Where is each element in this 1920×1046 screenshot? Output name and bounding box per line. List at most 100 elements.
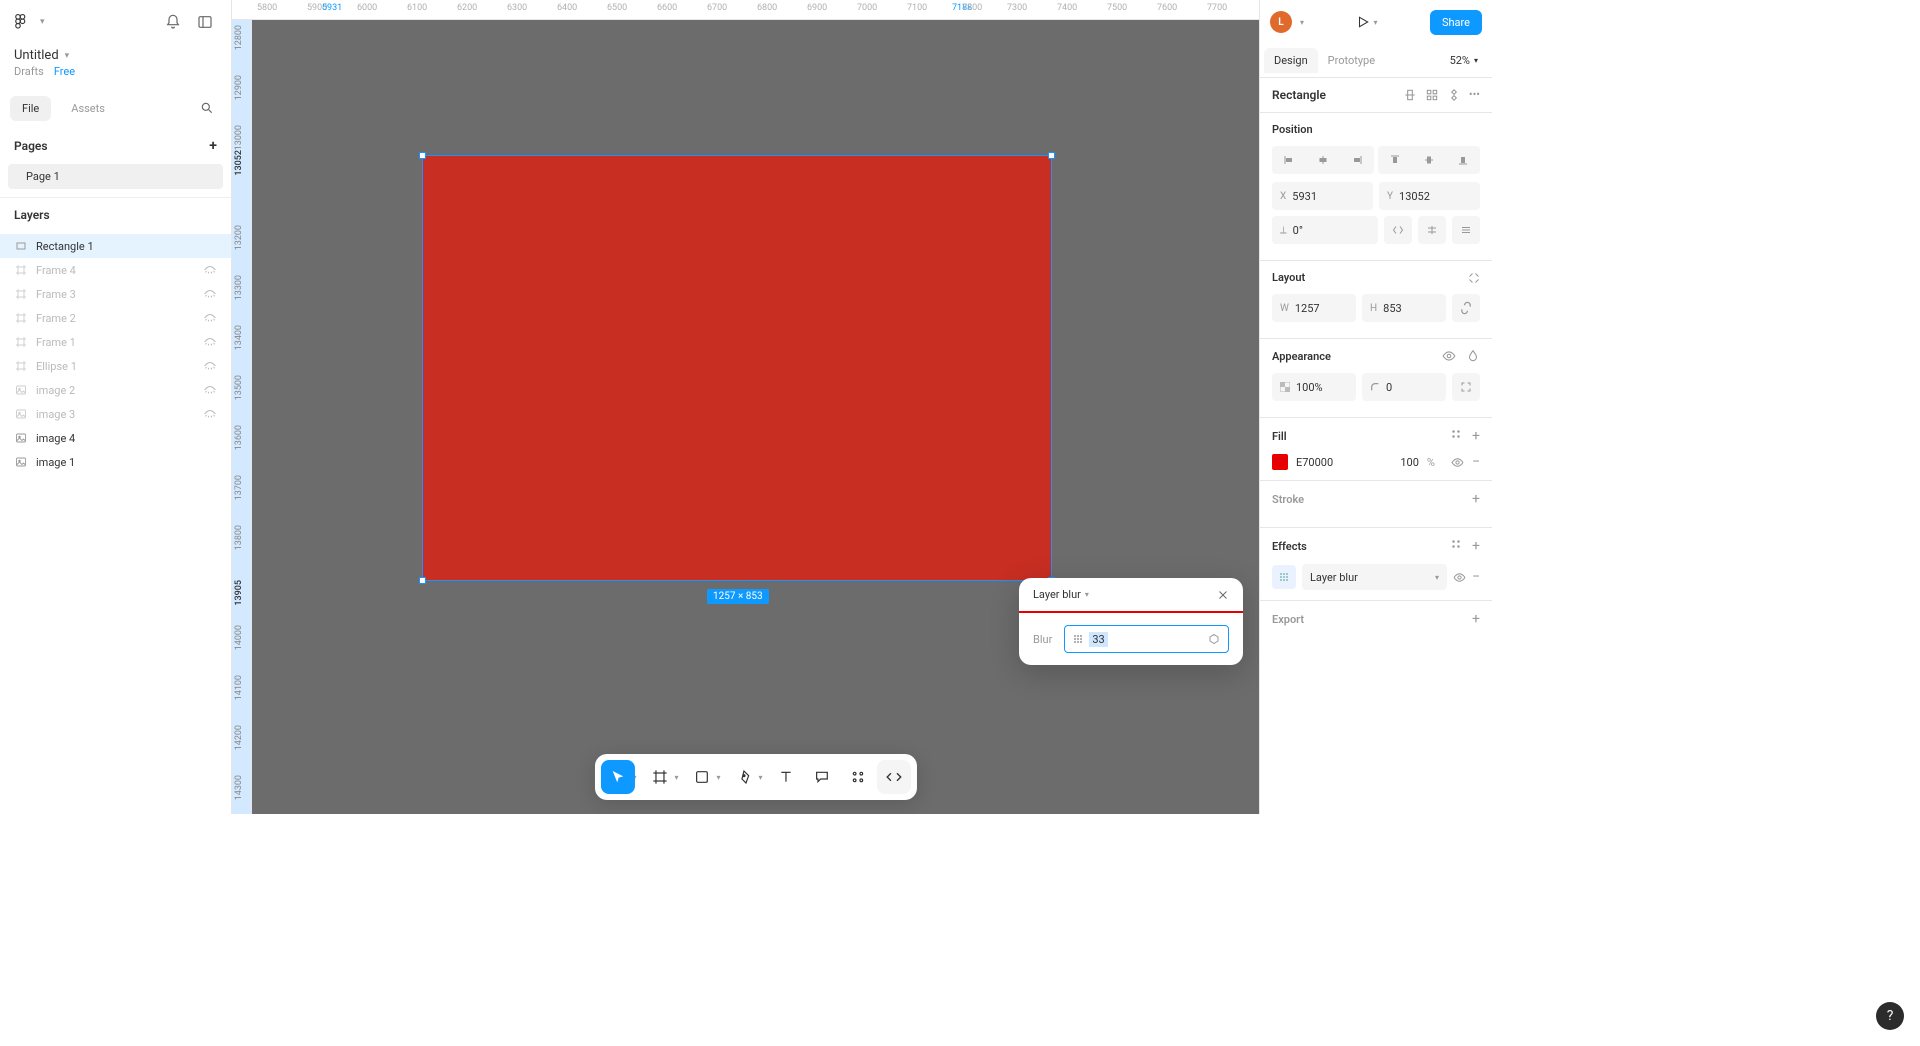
layer-row[interactable]: Frame 2 — [0, 306, 231, 330]
effect-type-select[interactable]: Layer blur ▾ — [1302, 564, 1447, 590]
hidden-icon[interactable] — [203, 407, 217, 421]
hidden-icon[interactable] — [203, 383, 217, 397]
frame-tool[interactable] — [642, 760, 676, 794]
layer-row[interactable]: image 1 — [0, 450, 231, 474]
hidden-icon[interactable] — [203, 287, 217, 301]
rotation-input[interactable]: ⟂0° — [1272, 216, 1378, 244]
fill-hex[interactable]: E70000 — [1296, 456, 1333, 469]
ruler-tick: 13052 — [234, 150, 244, 176]
page-item[interactable]: Page 1 — [8, 164, 223, 189]
plan-badge[interactable]: Free — [54, 65, 75, 78]
dev-mode-tool[interactable] — [877, 760, 911, 794]
radius-input[interactable]: 0 — [1362, 373, 1446, 401]
flip-v-icon[interactable] — [1418, 216, 1446, 244]
tab-assets[interactable]: Assets — [59, 96, 117, 121]
width-input[interactable]: W1257 — [1272, 294, 1356, 322]
visibility-icon[interactable] — [1451, 456, 1464, 469]
tidy-icon[interactable] — [1425, 88, 1439, 102]
layer-row[interactable]: Frame 4 — [0, 258, 231, 282]
actions-tool[interactable] — [841, 760, 875, 794]
figma-logo-icon[interactable] — [12, 13, 30, 31]
layer-name: Ellipse 1 — [36, 360, 77, 373]
add-effect-icon[interactable]: + — [1472, 538, 1480, 554]
avatar[interactable]: L — [1270, 11, 1292, 33]
file-title-row[interactable]: Untitled ▾ — [0, 44, 231, 65]
present-button[interactable]: ▾ — [1356, 15, 1377, 29]
tab-prototype[interactable]: Prototype — [1318, 44, 1385, 77]
layer-row[interactable]: image 2 — [0, 378, 231, 402]
shape-tool[interactable] — [685, 760, 719, 794]
fill-swatch[interactable] — [1272, 454, 1288, 470]
layer-row[interactable]: Frame 1 — [0, 330, 231, 354]
layer-row[interactable]: image 3 — [0, 402, 231, 426]
ruler-tick: 7600 — [1157, 3, 1177, 13]
panel-toggle-icon[interactable] — [191, 8, 219, 36]
chevron-down-icon[interactable]: ▾ — [1300, 18, 1304, 27]
fill-pct[interactable]: 100 — [1400, 456, 1419, 469]
align-bottom-icon[interactable] — [1457, 154, 1469, 166]
remove-fill-icon[interactable]: − — [1472, 454, 1480, 470]
layer-row[interactable]: image 4 — [0, 426, 231, 450]
add-page-icon[interactable]: + — [209, 138, 217, 154]
styles-icon[interactable] — [1450, 538, 1462, 554]
variable-icon[interactable] — [1208, 633, 1220, 645]
layer-row[interactable]: Rectangle 1 — [0, 234, 231, 258]
chevron-down-icon[interactable]: ▾ — [40, 17, 45, 27]
blur-value[interactable]: 33 — [1089, 632, 1107, 647]
pen-tool[interactable] — [727, 760, 761, 794]
effect-settings-icon[interactable] — [1272, 565, 1296, 589]
comment-tool[interactable] — [805, 760, 839, 794]
drafts-label[interactable]: Drafts — [14, 65, 44, 78]
blend-icon[interactable] — [1466, 349, 1480, 363]
popup-title[interactable]: Layer blur ▾ — [1033, 588, 1089, 601]
styles-icon[interactable] — [1450, 428, 1462, 444]
hidden-icon[interactable] — [203, 311, 217, 325]
individual-radius-icon[interactable] — [1452, 373, 1480, 401]
align-vcenter-icon[interactable] — [1423, 154, 1435, 166]
align-top-icon[interactable] — [1389, 154, 1401, 166]
layer-row[interactable]: Frame 3 — [0, 282, 231, 306]
visibility-icon[interactable] — [1453, 571, 1466, 584]
tab-design[interactable]: Design — [1264, 48, 1318, 73]
align-left-icon[interactable] — [1283, 154, 1295, 166]
add-export-icon[interactable]: + — [1472, 611, 1480, 627]
align-right-icon[interactable] — [1351, 154, 1363, 166]
selected-rectangle[interactable] — [422, 155, 1052, 581]
frame-icon — [14, 335, 28, 349]
more-transform-icon[interactable] — [1452, 216, 1480, 244]
close-icon[interactable] — [1217, 589, 1229, 601]
move-tool[interactable] — [600, 760, 634, 794]
more-icon[interactable]: ••• — [1469, 88, 1480, 102]
remove-effect-icon[interactable]: − — [1472, 569, 1480, 585]
align-icon[interactable] — [1403, 88, 1417, 102]
x-input[interactable]: X5931 — [1272, 182, 1373, 210]
blur-input[interactable]: 33 — [1064, 625, 1229, 653]
component-icon[interactable] — [1447, 88, 1461, 102]
align-hcenter-icon[interactable] — [1317, 154, 1329, 166]
y-input[interactable]: Y13052 — [1379, 182, 1480, 210]
help-button[interactable]: ? — [1876, 1002, 1904, 1030]
hidden-icon[interactable] — [203, 359, 217, 373]
search-icon[interactable] — [193, 94, 221, 122]
height-input[interactable]: H853 — [1362, 294, 1446, 322]
scrub-grip-icon[interactable] — [1073, 634, 1083, 644]
tab-file[interactable]: File — [10, 96, 51, 121]
opacity-input[interactable]: 100% — [1272, 373, 1356, 401]
bell-icon[interactable] — [159, 8, 187, 36]
resize-handle-sw[interactable] — [419, 577, 426, 584]
autolayout-icon[interactable] — [1468, 272, 1480, 284]
text-tool[interactable] — [769, 760, 803, 794]
hidden-icon[interactable] — [203, 263, 217, 277]
visibility-icon[interactable] — [1442, 349, 1456, 363]
layer-row[interactable]: Ellipse 1 — [0, 354, 231, 378]
hidden-icon[interactable] — [203, 335, 217, 349]
add-stroke-icon[interactable]: + — [1472, 491, 1480, 507]
flip-h-icon[interactable] — [1384, 216, 1412, 244]
zoom-level[interactable]: 52%▾ — [1440, 54, 1488, 67]
constrain-icon[interactable] — [1452, 294, 1480, 322]
resize-handle-nw[interactable] — [419, 152, 426, 159]
add-fill-icon[interactable]: + — [1472, 428, 1480, 444]
share-button[interactable]: Share — [1430, 10, 1482, 35]
canvas[interactable]: 1257 × 853 Layer blur ▾ Blur — [252, 20, 1259, 814]
resize-handle-ne[interactable] — [1048, 152, 1055, 159]
